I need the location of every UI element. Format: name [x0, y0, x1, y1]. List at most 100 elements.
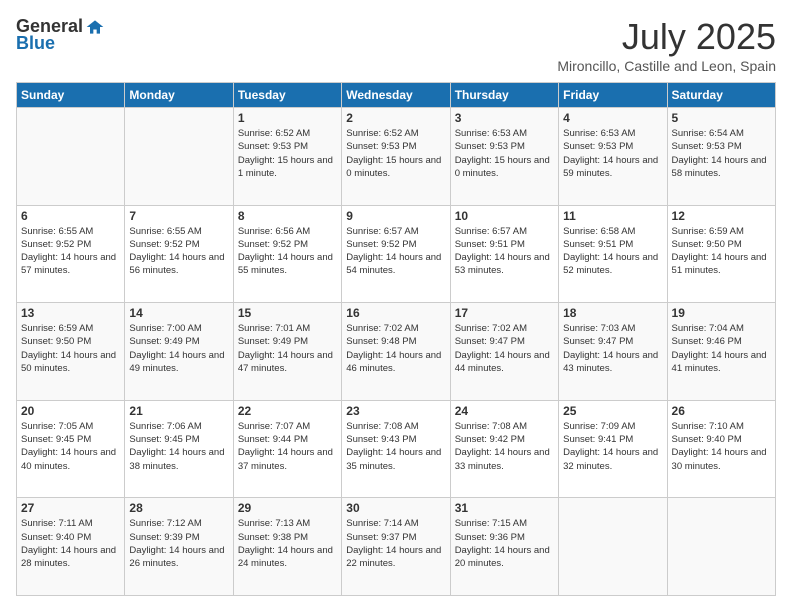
day-number: 2: [346, 111, 445, 125]
calendar-cell: [667, 498, 775, 596]
cell-content: Sunrise: 7:06 AM Sunset: 9:45 PM Dayligh…: [129, 420, 228, 473]
calendar-cell: 29 Sunrise: 7:13 AM Sunset: 9:38 PM Dayli…: [233, 498, 341, 596]
calendar-week-1: 1 Sunrise: 6:52 AM Sunset: 9:53 PM Daylig…: [17, 108, 776, 206]
calendar-cell: 20Sunrise: 7:05 AM Sunset: 9:45 PM Dayli…: [17, 400, 125, 498]
cell-content: Sunrise: 6:55 AM Sunset: 9:52 PM Dayligh…: [21, 225, 120, 278]
calendar-week-5: 27 Sunrise: 7:11 AM Sunset: 9:40 PM Dayli…: [17, 498, 776, 596]
day-number: 21: [129, 404, 228, 418]
cell-content: Sunrise: 7:13 AM Sunset: 9:38 PM Dayligh…: [238, 517, 337, 570]
logo: General Blue: [16, 16, 105, 54]
day-number: 23: [346, 404, 445, 418]
day-number: 13: [21, 306, 120, 320]
cell-content: Sunrise: 6:54 AM Sunset: 9:53 PM Dayligh…: [672, 127, 771, 180]
day-number: 8: [238, 209, 337, 223]
cell-content: Sunrise: 7:01 AM Sunset: 9:49 PM Dayligh…: [238, 322, 337, 375]
cell-content: Sunrise: 6:57 AM Sunset: 9:51 PM Dayligh…: [455, 225, 554, 278]
calendar-cell: 28 Sunrise: 7:12 AM Sunset: 9:39 PM Dayli…: [125, 498, 233, 596]
calendar-cell: 22 Sunrise: 7:07 AM Sunset: 9:44 PM Dayli…: [233, 400, 341, 498]
calendar-cell: 18 Sunrise: 7:03 AM Sunset: 9:47 PM Dayli…: [559, 303, 667, 401]
day-number: 11: [563, 209, 662, 223]
logo-blue-text: Blue: [16, 33, 55, 54]
calendar-cell: [17, 108, 125, 206]
header: General Blue July 2025 Mironcillo, Casti…: [16, 16, 776, 74]
cell-content: Sunrise: 7:10 AM Sunset: 9:40 PM Dayligh…: [672, 420, 771, 473]
day-number: 16: [346, 306, 445, 320]
cell-content: Sunrise: 7:11 AM Sunset: 9:40 PM Dayligh…: [21, 517, 120, 570]
calendar-cell: 12 Sunrise: 6:59 AM Sunset: 9:50 PM Dayli…: [667, 205, 775, 303]
calendar-cell: 26 Sunrise: 7:10 AM Sunset: 9:40 PM Dayli…: [667, 400, 775, 498]
day-number: 26: [672, 404, 771, 418]
cell-content: Sunrise: 7:00 AM Sunset: 9:49 PM Dayligh…: [129, 322, 228, 375]
calendar-table: SundayMondayTuesdayWednesdayThursdayFrid…: [16, 82, 776, 596]
calendar-cell: 21 Sunrise: 7:06 AM Sunset: 9:45 PM Dayli…: [125, 400, 233, 498]
cell-content: Sunrise: 7:08 AM Sunset: 9:43 PM Dayligh…: [346, 420, 445, 473]
calendar-cell: 6 Sunrise: 6:55 AM Sunset: 9:52 PM Daylig…: [17, 205, 125, 303]
calendar-week-4: 20Sunrise: 7:05 AM Sunset: 9:45 PM Dayli…: [17, 400, 776, 498]
calendar-cell: 10 Sunrise: 6:57 AM Sunset: 9:51 PM Dayli…: [450, 205, 558, 303]
cell-content: Sunrise: 6:52 AM Sunset: 9:53 PM Dayligh…: [238, 127, 337, 180]
calendar-cell: 13 Sunrise: 6:59 AM Sunset: 9:50 PM Dayli…: [17, 303, 125, 401]
cell-content: Sunrise: 6:55 AM Sunset: 9:52 PM Dayligh…: [129, 225, 228, 278]
cell-content: Sunrise: 6:56 AM Sunset: 9:52 PM Dayligh…: [238, 225, 337, 278]
day-number: 20: [21, 404, 120, 418]
calendar-cell: 23 Sunrise: 7:08 AM Sunset: 9:43 PM Dayli…: [342, 400, 450, 498]
calendar-cell: 24Sunrise: 7:08 AM Sunset: 9:42 PM Dayli…: [450, 400, 558, 498]
cell-content: Sunrise: 7:07 AM Sunset: 9:44 PM Dayligh…: [238, 420, 337, 473]
day-number: 19: [672, 306, 771, 320]
calendar-cell: 3Sunrise: 6:53 AM Sunset: 9:53 PM Daylig…: [450, 108, 558, 206]
day-number: 14: [129, 306, 228, 320]
title-section: July 2025 Mironcillo, Castille and Leon,…: [557, 16, 776, 74]
cell-content: Sunrise: 7:09 AM Sunset: 9:41 PM Dayligh…: [563, 420, 662, 473]
day-number: 7: [129, 209, 228, 223]
day-number: 9: [346, 209, 445, 223]
day-number: 15: [238, 306, 337, 320]
header-row: SundayMondayTuesdayWednesdayThursdayFrid…: [17, 83, 776, 108]
cell-content: Sunrise: 7:08 AM Sunset: 9:42 PM Dayligh…: [455, 420, 554, 473]
calendar-cell: 14 Sunrise: 7:00 AM Sunset: 9:49 PM Dayli…: [125, 303, 233, 401]
day-number: 27: [21, 501, 120, 515]
cell-content: Sunrise: 7:15 AM Sunset: 9:36 PM Dayligh…: [455, 517, 554, 570]
calendar-cell: 30 Sunrise: 7:14 AM Sunset: 9:37 PM Dayli…: [342, 498, 450, 596]
day-number: 28: [129, 501, 228, 515]
cell-content: Sunrise: 6:57 AM Sunset: 9:52 PM Dayligh…: [346, 225, 445, 278]
day-number: 12: [672, 209, 771, 223]
calendar-week-2: 6 Sunrise: 6:55 AM Sunset: 9:52 PM Daylig…: [17, 205, 776, 303]
day-number: 3: [455, 111, 554, 125]
day-number: 29: [238, 501, 337, 515]
calendar-cell: 25 Sunrise: 7:09 AM Sunset: 9:41 PM Dayli…: [559, 400, 667, 498]
day-header-monday: Monday: [125, 83, 233, 108]
calendar-cell: 5Sunrise: 6:54 AM Sunset: 9:53 PM Daylig…: [667, 108, 775, 206]
day-number: 31: [455, 501, 554, 515]
calendar-cell: 2 Sunrise: 6:52 AM Sunset: 9:53 PM Daylig…: [342, 108, 450, 206]
calendar-cell: 4Sunrise: 6:53 AM Sunset: 9:53 PM Daylig…: [559, 108, 667, 206]
calendar-cell: 15 Sunrise: 7:01 AM Sunset: 9:49 PM Dayli…: [233, 303, 341, 401]
calendar-cell: 31 Sunrise: 7:15 AM Sunset: 9:36 PM Dayli…: [450, 498, 558, 596]
cell-content: Sunrise: 7:04 AM Sunset: 9:46 PM Dayligh…: [672, 322, 771, 375]
calendar-cell: [125, 108, 233, 206]
day-number: 25: [563, 404, 662, 418]
day-number: 10: [455, 209, 554, 223]
cell-content: Sunrise: 7:03 AM Sunset: 9:47 PM Dayligh…: [563, 322, 662, 375]
calendar-cell: 7 Sunrise: 6:55 AM Sunset: 9:52 PM Daylig…: [125, 205, 233, 303]
calendar-cell: 9 Sunrise: 6:57 AM Sunset: 9:52 PM Daylig…: [342, 205, 450, 303]
day-header-sunday: Sunday: [17, 83, 125, 108]
day-number: 22: [238, 404, 337, 418]
cell-content: Sunrise: 7:14 AM Sunset: 9:37 PM Dayligh…: [346, 517, 445, 570]
day-number: 17: [455, 306, 554, 320]
cell-content: Sunrise: 6:59 AM Sunset: 9:50 PM Dayligh…: [672, 225, 771, 278]
calendar-cell: 11 Sunrise: 6:58 AM Sunset: 9:51 PM Dayli…: [559, 205, 667, 303]
cell-content: Sunrise: 6:58 AM Sunset: 9:51 PM Dayligh…: [563, 225, 662, 278]
day-header-saturday: Saturday: [667, 83, 775, 108]
day-header-wednesday: Wednesday: [342, 83, 450, 108]
calendar-cell: 16Sunrise: 7:02 AM Sunset: 9:48 PM Dayli…: [342, 303, 450, 401]
day-number: 1: [238, 111, 337, 125]
day-header-friday: Friday: [559, 83, 667, 108]
cell-content: Sunrise: 6:59 AM Sunset: 9:50 PM Dayligh…: [21, 322, 120, 375]
cell-content: Sunrise: 6:52 AM Sunset: 9:53 PM Dayligh…: [346, 127, 445, 180]
day-number: 6: [21, 209, 120, 223]
day-number: 30: [346, 501, 445, 515]
cell-content: Sunrise: 6:53 AM Sunset: 9:53 PM Dayligh…: [563, 127, 662, 180]
cell-content: Sunrise: 7:12 AM Sunset: 9:39 PM Dayligh…: [129, 517, 228, 570]
day-header-thursday: Thursday: [450, 83, 558, 108]
day-number: 18: [563, 306, 662, 320]
